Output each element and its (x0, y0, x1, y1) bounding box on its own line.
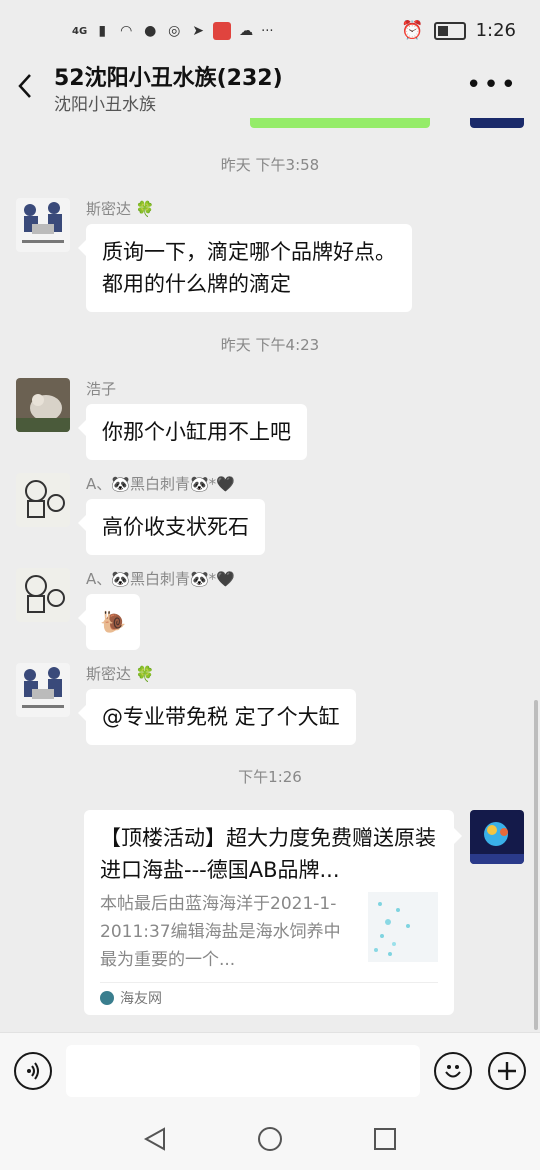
message-line: 都用的什么牌的滴定 (102, 272, 291, 296)
avatar[interactable] (16, 568, 70, 622)
circle-home-icon (258, 1127, 282, 1151)
avatar[interactable] (16, 198, 70, 252)
timestamp: 昨天 下午4:23 (220, 336, 320, 354)
avatar[interactable] (16, 663, 70, 717)
network-label: 4G (72, 25, 88, 37)
message-item: 斯密达 🍀 @专业带免税 定了个大缸 (16, 663, 516, 747)
message-item: 浩子 你那个小缸用不上吧 (16, 378, 516, 462)
link-card-thumbnail (368, 892, 438, 962)
message-line: 质询一下，滴定哪个品牌好点。 (102, 240, 396, 264)
sender-name: 浩子 (86, 380, 117, 398)
source-name: 海友网 (120, 991, 162, 1007)
avatar-image (16, 378, 70, 432)
status-icons-left: 4G ▮ ◠ ● ◎ ➤ ☁ ··· (72, 22, 274, 40)
link-card-description: 本帖最后由蓝海海洋于2021-1-2011:37编辑海盐是海水饲养中最为重要的一… (100, 894, 341, 970)
avatar-image (470, 810, 524, 864)
nav-recents-button[interactable] (372, 1126, 398, 1156)
chat-messages[interactable]: 昨天 下午3:58 斯密达 🍀 质询一下，滴定哪个品牌好点。 都用的什么牌的滴定… (0, 118, 540, 1032)
link-card-title: 【顶楼活动】超大力度免费赠送原装进口海盐---德国AB品牌... (100, 826, 436, 882)
cloud-icon: ☁ (239, 23, 254, 39)
avatar-image (16, 473, 70, 527)
status-bar: 4G ▮ ◠ ● ◎ ➤ ☁ ··· ⏰ 1:26 (0, 0, 540, 64)
message-bubble[interactable]: 质询一下，滴定哪个品牌好点。 都用的什么牌的滴定 (78, 224, 412, 312)
message-item: A、🐼黑白刺青🐼*🖤 🐌 (16, 568, 516, 652)
nav-home-button[interactable] (257, 1126, 283, 1156)
message-bubble[interactable]: @专业带免税 定了个大缸 (78, 689, 356, 745)
triangle-back-icon (143, 1127, 165, 1151)
avatar[interactable] (470, 810, 524, 864)
sender-name: 斯密达 🍀 (86, 200, 155, 218)
wifi-icon: ◠ (120, 23, 133, 39)
battery-icon (433, 21, 466, 40)
message-bubble[interactable]: 高价收支状死石 (78, 499, 265, 555)
previous-avatar (470, 118, 524, 128)
alarm-icon: ⏰ (401, 20, 424, 41)
chat-scrollbar[interactable] (534, 700, 538, 1030)
sender-name: 斯密达 🍀 (86, 665, 155, 683)
emoji-bubble[interactable]: 🐌 (77, 594, 141, 650)
message-line: 你那个小缸用不上吧 (102, 420, 291, 444)
card-divider (100, 982, 438, 983)
emoji-icon (445, 1065, 461, 1078)
sender-name: A、🐼黑白刺青🐼*🖤 (86, 475, 235, 493)
location-icon: ➤ (192, 23, 205, 39)
message-item: A、🐼黑白刺青🐼*🖤 高价收支状死石 (16, 473, 516, 557)
wechat-icon: ◎ (168, 23, 181, 39)
more-icon: ••• (465, 70, 518, 100)
snail-emoji: 🐌 (100, 610, 127, 634)
voice-button[interactable] (14, 1052, 52, 1090)
signal-icon: ▮ (98, 23, 107, 39)
plus-button[interactable] (488, 1052, 526, 1090)
source-logo-icon (100, 991, 114, 1005)
message-line: 高价收支状死石 (102, 515, 249, 539)
nav-back-button[interactable] (142, 1126, 168, 1156)
message-bubble[interactable]: 你那个小缸用不上吧 (78, 404, 307, 460)
message-input[interactable] (66, 1045, 420, 1097)
avatar[interactable] (16, 473, 70, 527)
chat-subtitle: 沈阳小丑水族 (54, 95, 156, 115)
qq-icon: ● (144, 23, 157, 39)
clock-time: 1:26 (475, 20, 516, 41)
square-recents-icon (374, 1128, 396, 1150)
status-icons-right: ⏰ 1:26 (401, 20, 516, 41)
link-card-source: 海友网 (100, 988, 162, 1008)
avatar-image (16, 198, 70, 252)
avatar[interactable] (16, 378, 70, 432)
avatar-image (16, 568, 70, 622)
system-nav-bar (0, 1108, 540, 1170)
more-status-icon: ··· (261, 23, 274, 39)
more-options-button[interactable]: ••• (466, 70, 518, 100)
thumbnail-image (368, 892, 438, 962)
timestamp: 昨天 下午3:58 (220, 156, 320, 174)
chat-header: 52沈阳小丑水族(232) 沈阳小丑水族 ••• (0, 56, 540, 118)
previous-sent-bubble (250, 118, 430, 128)
message-line: @专业带免税 定了个大缸 (102, 705, 340, 729)
timestamp: 下午1:26 (238, 768, 302, 786)
chevron-left-icon (18, 74, 31, 98)
chat-title: 52沈阳小丑水族(232) (54, 66, 283, 91)
message-item: 斯密达 🍀 质询一下，滴定哪个品牌好点。 都用的什么牌的滴定 (16, 198, 516, 312)
avatar-image (16, 663, 70, 717)
plus-icon (498, 1062, 516, 1080)
emoji-button[interactable] (434, 1052, 472, 1090)
voice-icon (27, 1062, 39, 1080)
sender-name: A、🐼黑白刺青🐼*🖤 (86, 570, 235, 588)
app-notification-icon (213, 22, 232, 40)
link-card[interactable]: 【顶楼活动】超大力度免费赠送原装进口海盐---德国AB品牌... 本帖最后由蓝海… (84, 810, 462, 1015)
input-bar (0, 1032, 540, 1109)
back-button[interactable] (16, 72, 34, 108)
